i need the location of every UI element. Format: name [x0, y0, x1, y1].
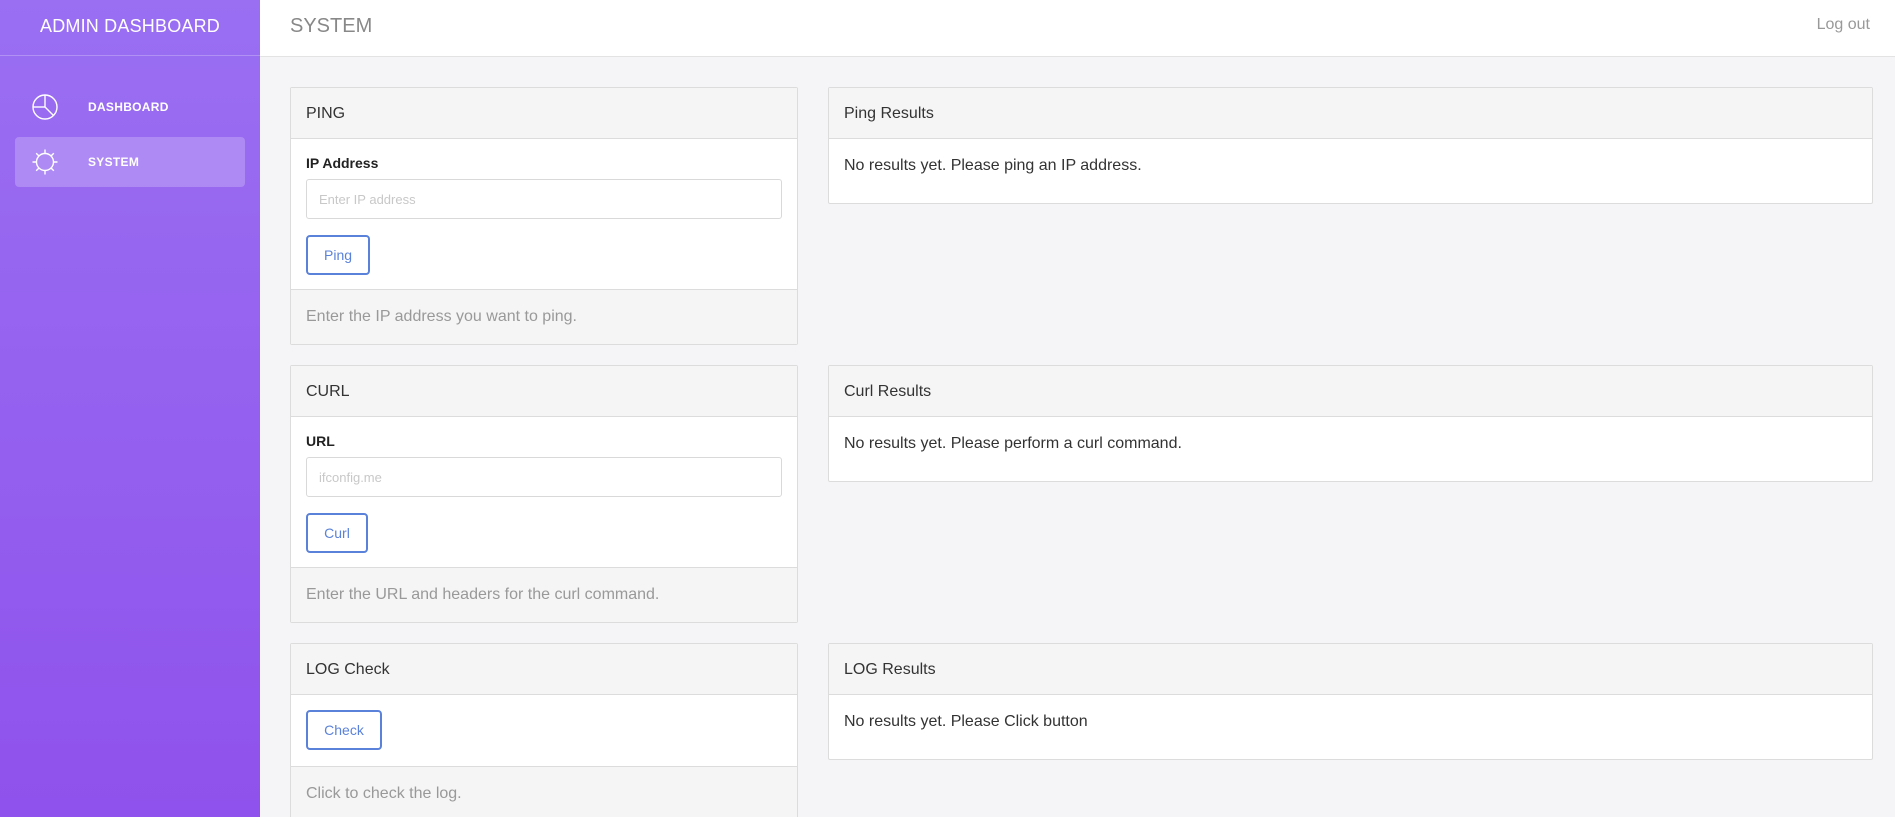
log-help-text: Click to check the log. — [291, 766, 797, 817]
ping-results-card: Ping Results No results yet. Please ping… — [828, 87, 1873, 204]
ping-results-text: No results yet. Please ping an IP addres… — [844, 157, 1142, 174]
curl-help-text: Enter the URL and headers for the curl c… — [291, 567, 797, 622]
curl-button[interactable]: Curl — [306, 513, 368, 553]
ping-card-title: PING — [291, 88, 797, 139]
url-input[interactable] — [306, 457, 782, 497]
pie-chart-icon — [31, 93, 59, 121]
sidebar-item-label: SYSTEM — [88, 155, 140, 169]
ping-results-title: Ping Results — [829, 88, 1872, 139]
sidebar-item-dashboard[interactable]: DASHBOARD — [15, 82, 245, 132]
sidebar-item-label: DASHBOARD — [88, 100, 169, 114]
sidebar-item-system[interactable]: SYSTEM — [15, 137, 245, 187]
curl-results-card: Curl Results No results yet. Please perf… — [828, 365, 1873, 482]
log-results-title: LOG Results — [829, 644, 1872, 695]
page-title: SYSTEM — [290, 15, 373, 37]
log-results-text: No results yet. Please Click button — [844, 713, 1088, 730]
curl-results-title: Curl Results — [829, 366, 1872, 417]
check-log-button[interactable]: Check — [306, 710, 382, 750]
ip-address-label: IP Address — [306, 155, 379, 171]
sidebar: ADMIN DASHBOARD DASHBOARD SYSTEM — [0, 0, 260, 817]
log-results-card: LOG Results No results yet. Please Click… — [828, 643, 1873, 760]
url-label: URL — [306, 433, 335, 449]
ping-help-text: Enter the IP address you want to ping. — [291, 289, 797, 344]
log-card-title: LOG Check — [291, 644, 797, 695]
log-card: LOG Check Check Click to check the log. — [290, 643, 798, 817]
top-bar: SYSTEM Log out — [260, 0, 1895, 57]
logout-link[interactable]: Log out — [1817, 16, 1870, 34]
gear-icon — [31, 148, 59, 176]
curl-card: CURL URL Curl Enter the URL and headers … — [290, 365, 798, 623]
ping-card-body: IP Address Ping — [291, 139, 797, 289]
curl-card-title: CURL — [291, 366, 797, 417]
brand-title: ADMIN DASHBOARD — [0, 0, 260, 56]
curl-card-body: URL Curl — [291, 417, 797, 567]
log-card-body: Check — [291, 695, 797, 766]
ping-button[interactable]: Ping — [306, 235, 370, 275]
curl-results-text: No results yet. Please perform a curl co… — [844, 435, 1182, 452]
ping-card: PING IP Address Ping Enter the IP addres… — [290, 87, 798, 345]
ip-address-input[interactable] — [306, 179, 782, 219]
